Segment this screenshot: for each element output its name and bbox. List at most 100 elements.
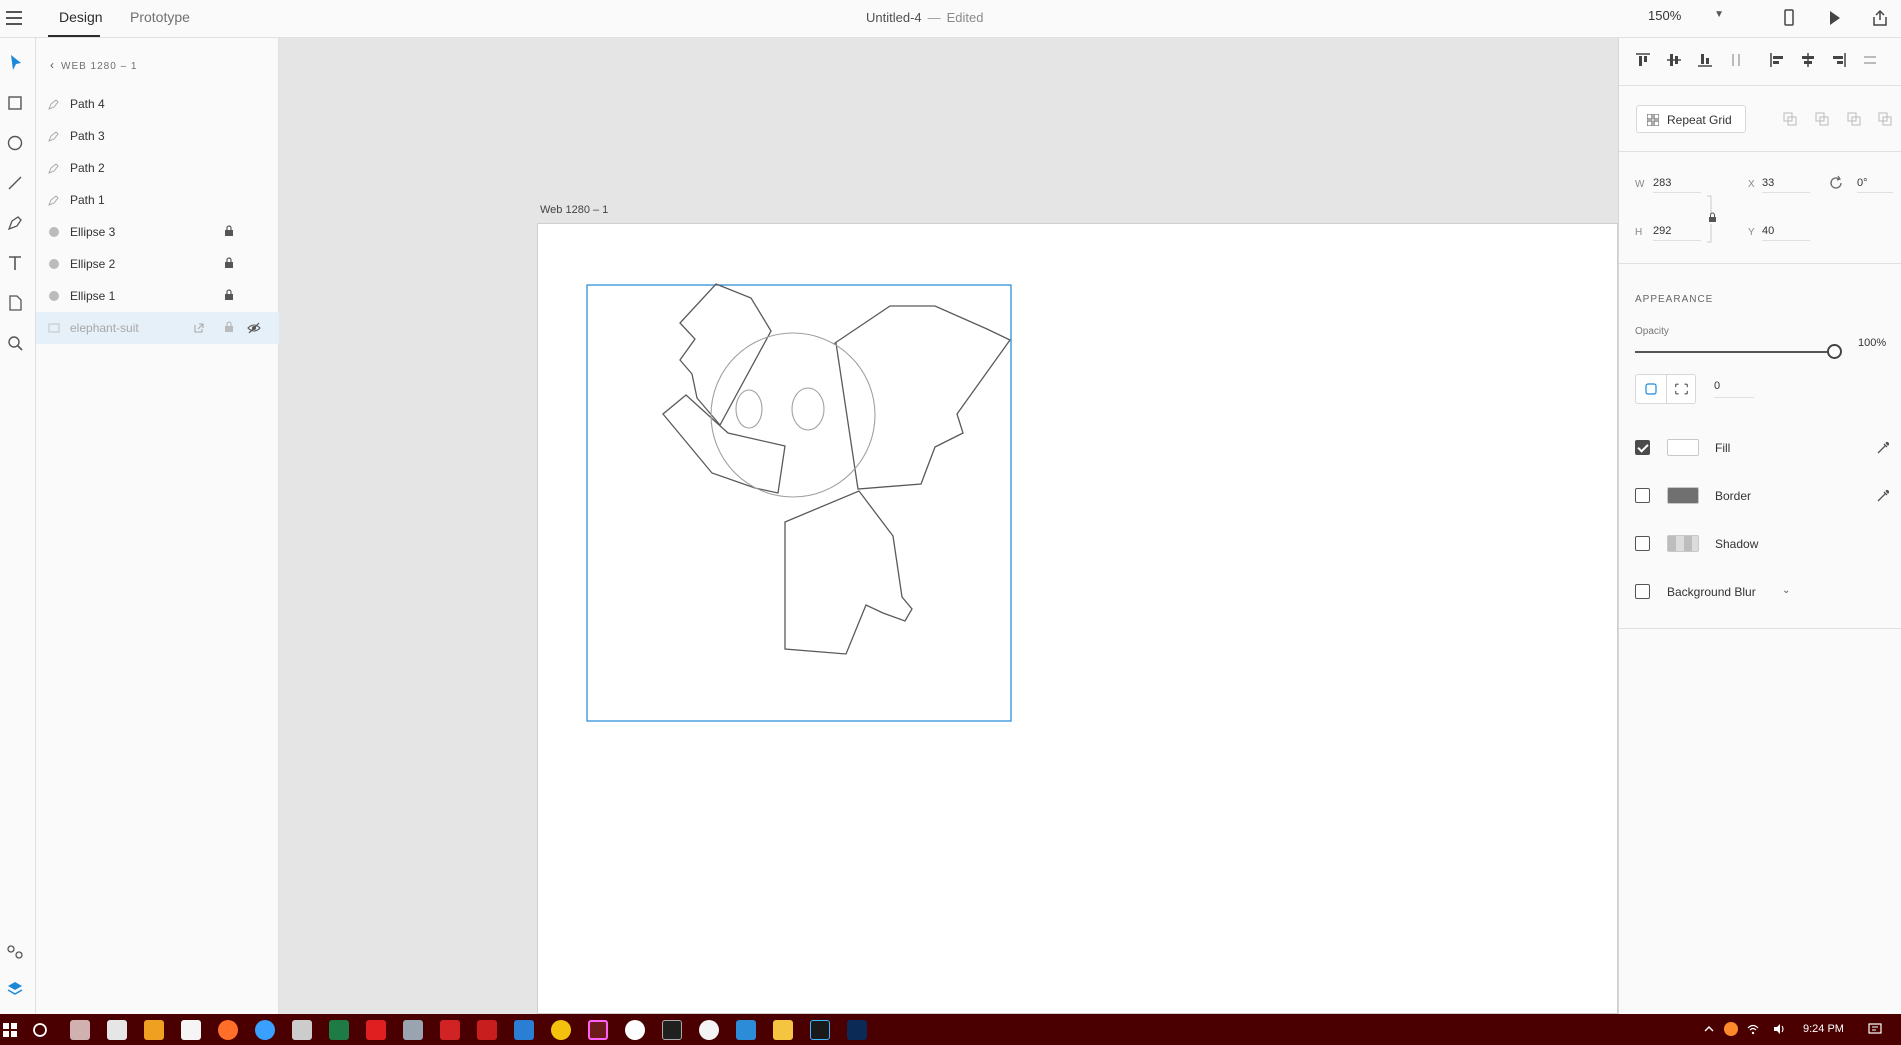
design-canvas[interactable]: Web 1280 – 1 xyxy=(279,38,1618,1014)
clock-app-icon[interactable] xyxy=(625,1020,645,1040)
chrome-icon[interactable] xyxy=(551,1020,571,1040)
layer-row-path-4[interactable]: Path 4 xyxy=(36,88,279,120)
align-right-icon[interactable] xyxy=(1829,50,1849,70)
terminal-icon[interactable] xyxy=(847,1020,867,1040)
excel-icon[interactable] xyxy=(329,1020,349,1040)
acrobat-icon[interactable] xyxy=(366,1020,386,1040)
hidden-eye-icon[interactable] xyxy=(247,321,261,335)
layer-row-elephant-suit[interactable]: elephant-suit xyxy=(36,312,279,344)
uniform-corners-icon[interactable] xyxy=(1636,375,1666,403)
height-field[interactable]: 292 xyxy=(1653,223,1701,241)
fill-checkbox[interactable] xyxy=(1635,440,1650,455)
border-color-swatch[interactable] xyxy=(1667,487,1699,504)
repeat-grid-button[interactable]: Repeat Grid xyxy=(1636,105,1746,133)
share-icon[interactable] xyxy=(1870,8,1890,28)
path-body[interactable] xyxy=(784,490,913,655)
background-blur-checkbox[interactable] xyxy=(1635,584,1650,599)
align-middle-icon[interactable] xyxy=(1664,50,1684,70)
tray-app-icon[interactable] xyxy=(1724,1022,1738,1036)
selection-box[interactable] xyxy=(586,284,1012,722)
artboard-tool-icon[interactable] xyxy=(4,292,26,314)
distribute-vertical-icon[interactable] xyxy=(1726,50,1746,70)
line-tool-icon[interactable] xyxy=(4,172,26,194)
width-field[interactable]: 283 xyxy=(1653,175,1701,193)
ellipse-eye-right[interactable] xyxy=(791,387,825,431)
border-checkbox[interactable] xyxy=(1635,488,1650,503)
webstorm-icon[interactable] xyxy=(810,1020,830,1040)
opacity-slider[interactable] xyxy=(1635,351,1833,353)
rectangle-tool-icon[interactable] xyxy=(4,92,26,114)
eyedropper-icon[interactable] xyxy=(1875,440,1891,456)
individual-corners-icon[interactable] xyxy=(1666,375,1696,403)
layer-row-path-1[interactable]: Path 1 xyxy=(36,184,279,216)
breadcrumb[interactable]: ‹ WEB 1280 – 1 xyxy=(50,58,137,72)
align-top-icon[interactable] xyxy=(1633,50,1653,70)
layer-row-ellipse-1[interactable]: Ellipse 1 xyxy=(36,280,279,312)
boolean-exclude-icon[interactable] xyxy=(1877,111,1893,127)
boolean-add-icon[interactable] xyxy=(1782,111,1798,127)
calendar-icon[interactable] xyxy=(181,1020,201,1040)
paint-icon[interactable] xyxy=(218,1020,238,1040)
y-field[interactable]: 40 xyxy=(1762,223,1810,241)
notification-icon[interactable] xyxy=(1868,1022,1882,1036)
windows-start-icon[interactable] xyxy=(0,1020,20,1040)
opacity-value[interactable]: 100% xyxy=(1858,337,1886,349)
lambda-icon[interactable] xyxy=(70,1020,90,1040)
layer-row-path-2[interactable]: Path 2 xyxy=(36,152,279,184)
tool-icon[interactable] xyxy=(403,1020,423,1040)
alarm-icon[interactable] xyxy=(699,1020,719,1040)
lock-aspect-icon[interactable] xyxy=(1705,194,1719,244)
vscode-icon[interactable] xyxy=(514,1020,534,1040)
distribute-horizontal-icon[interactable] xyxy=(1860,50,1880,70)
adobe-xd-icon[interactable] xyxy=(588,1020,608,1040)
x-field[interactable]: 33 xyxy=(1762,175,1810,193)
lock-icon[interactable] xyxy=(224,225,234,237)
boolean-intersect-icon[interactable] xyxy=(1846,111,1862,127)
select-tool-icon[interactable] xyxy=(4,52,26,74)
chevron-up-icon[interactable] xyxy=(1702,1022,1716,1036)
text-tool-icon[interactable] xyxy=(4,252,26,274)
filezilla-icon[interactable] xyxy=(477,1020,497,1040)
path-ear-left-upper[interactable] xyxy=(679,283,772,427)
device-preview-icon[interactable] xyxy=(1779,8,1799,28)
layers-icon[interactable] xyxy=(4,978,26,1000)
red-app-icon[interactable] xyxy=(440,1020,460,1040)
path-ear-right[interactable] xyxy=(832,305,1011,490)
lock-icon[interactable] xyxy=(224,289,234,301)
play-icon[interactable] xyxy=(1824,8,1844,28)
notes-icon[interactable] xyxy=(736,1020,756,1040)
zoom-tool-icon[interactable] xyxy=(4,332,26,354)
boolean-subtract-icon[interactable] xyxy=(1814,111,1830,127)
maps-icon[interactable] xyxy=(255,1020,275,1040)
opacity-slider-handle[interactable] xyxy=(1827,344,1842,359)
chevron-down-icon[interactable]: ⌄ xyxy=(1782,585,1790,596)
network-icon[interactable] xyxy=(1746,1022,1760,1036)
path-ear-left-lower[interactable] xyxy=(662,394,786,494)
ellipse-eye-left[interactable] xyxy=(735,389,763,429)
lock-icon[interactable] xyxy=(224,321,234,333)
rotation-field[interactable]: 0° xyxy=(1857,175,1893,193)
ellipse-tool-icon[interactable] xyxy=(4,132,26,154)
layer-row-ellipse-3[interactable]: Ellipse 3 xyxy=(36,216,279,248)
shadow-color-swatch[interactable] xyxy=(1667,535,1699,552)
corner-radius-field[interactable]: 0 xyxy=(1714,380,1754,398)
align-center-icon[interactable] xyxy=(1798,50,1818,70)
lock-icon[interactable] xyxy=(224,257,234,269)
layer-row-ellipse-2[interactable]: Ellipse 2 xyxy=(36,248,279,280)
tab-prototype[interactable]: Prototype xyxy=(130,9,190,25)
align-left-icon[interactable] xyxy=(1767,50,1787,70)
app-orange-icon[interactable] xyxy=(144,1020,164,1040)
assets-icon[interactable] xyxy=(4,940,26,962)
shadow-checkbox[interactable] xyxy=(1635,536,1650,551)
fill-color-swatch[interactable] xyxy=(1667,439,1699,456)
volume-icon[interactable] xyxy=(1772,1022,1786,1036)
system-clock[interactable]: 9:24 PM xyxy=(1803,1023,1844,1035)
eyedropper-icon[interactable] xyxy=(1875,488,1891,504)
media-icon[interactable] xyxy=(292,1020,312,1040)
cmd-icon[interactable] xyxy=(662,1020,682,1040)
hamburger-menu-icon[interactable] xyxy=(4,8,24,28)
external-link-icon[interactable] xyxy=(192,321,206,335)
pen-tool-icon[interactable] xyxy=(4,212,26,234)
cortana-icon[interactable] xyxy=(30,1020,50,1040)
layer-row-path-3[interactable]: Path 3 xyxy=(36,120,279,152)
